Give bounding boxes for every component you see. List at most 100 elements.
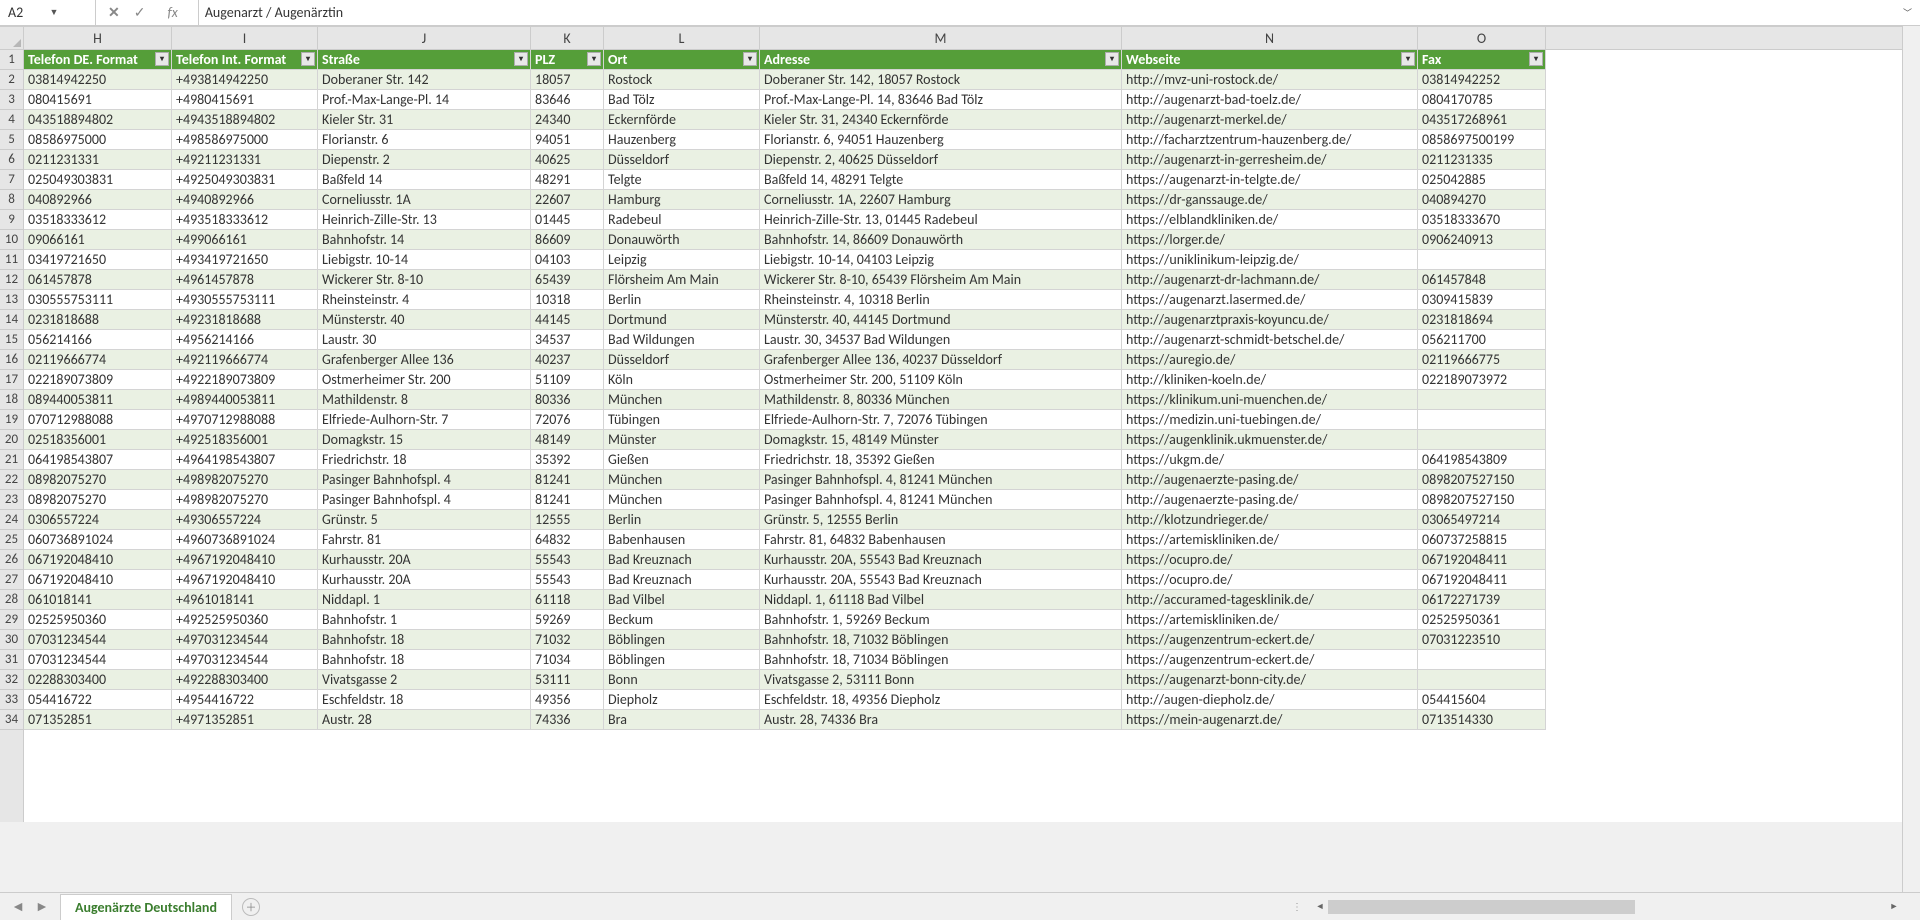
table-cell[interactable]: 022189073972 xyxy=(1418,370,1546,390)
table-cell[interactable]: Ostmerheimer Str. 200 xyxy=(318,370,531,390)
table-cell[interactable]: 02119666774 xyxy=(24,350,172,370)
table-cell[interactable]: +4961018141 xyxy=(172,590,318,610)
table-cell[interactable]: Gießen xyxy=(604,450,760,470)
table-cell[interactable]: 24340 xyxy=(531,110,604,130)
table-cell[interactable]: +497031234544 xyxy=(172,630,318,650)
table-cell[interactable]: +499066161 xyxy=(172,230,318,250)
table-row[interactable]: 0211231331+49211231331Diepenstr. 240625D… xyxy=(24,150,1902,170)
row-header[interactable]: 5 xyxy=(0,130,23,150)
table-row[interactable]: 0306557224+49306557224Grünstr. 512555Ber… xyxy=(24,510,1902,530)
table-cell[interactable]: +4940892966 xyxy=(172,190,318,210)
table-cell[interactable]: Corneliusstr. 1A, 22607 Hamburg xyxy=(760,190,1122,210)
table-cell[interactable]: Bahnhofstr. 1 xyxy=(318,610,531,630)
chevron-down-icon[interactable]: ▼ xyxy=(50,7,92,18)
table-cell[interactable]: 043518894802 xyxy=(24,110,172,130)
table-cell[interactable]: 070712988088 xyxy=(24,410,172,430)
table-cell[interactable]: Mathildenstr. 8 xyxy=(318,390,531,410)
table-cell[interactable]: +4971352851 xyxy=(172,710,318,730)
table-cell[interactable]: +4960736891024 xyxy=(172,530,318,550)
table-cell[interactable]: http://augenarzt-bad-toelz.de/ xyxy=(1122,90,1418,110)
table-cell[interactable]: +4967192048410 xyxy=(172,550,318,570)
table-cell[interactable]: Grünstr. 5 xyxy=(318,510,531,530)
row-header[interactable]: 30 xyxy=(0,630,23,650)
table-cell[interactable]: Florianstr. 6 xyxy=(318,130,531,150)
row-header[interactable]: 19 xyxy=(0,410,23,430)
table-cell[interactable]: Friedrichstr. 18, 35392 Gießen xyxy=(760,450,1122,470)
table-cell[interactable]: Berlin xyxy=(604,290,760,310)
table-cell[interactable]: https://augenzentrum-eckert.de/ xyxy=(1122,650,1418,670)
table-cell[interactable]: Böblingen xyxy=(604,630,760,650)
table-cell[interactable]: https://lorger.de/ xyxy=(1122,230,1418,250)
table-cell[interactable]: Friedrichstr. 18 xyxy=(318,450,531,470)
table-cell[interactable]: Liebigstr. 10-14, 04103 Leipzig xyxy=(760,250,1122,270)
table-cell[interactable]: Niddapl. 1 xyxy=(318,590,531,610)
column-header[interactable]: N xyxy=(1122,27,1418,49)
table-header-cell[interactable]: Ort▾ xyxy=(604,50,760,70)
table-cell[interactable]: Domagkstr. 15, 48149 Münster xyxy=(760,430,1122,450)
table-cell[interactable]: https://elblandkliniken.de/ xyxy=(1122,210,1418,230)
table-cell[interactable]: 064198543807 xyxy=(24,450,172,470)
table-cell[interactable]: http://accuramed-tagesklinik.de/ xyxy=(1122,590,1418,610)
table-cell[interactable]: Laustr. 30 xyxy=(318,330,531,350)
table-cell[interactable]: Düsseldorf xyxy=(604,350,760,370)
table-cell[interactable]: 0231818688 xyxy=(24,310,172,330)
horizontal-scrollbar[interactable]: ◄ ► xyxy=(1312,899,1902,915)
table-cell[interactable]: https://ukgm.de/ xyxy=(1122,450,1418,470)
table-cell[interactable]: 34537 xyxy=(531,330,604,350)
table-cell[interactable] xyxy=(1418,390,1546,410)
sheet-tab[interactable]: Augenärzte Deutschland xyxy=(60,894,232,920)
row-header[interactable]: 7 xyxy=(0,170,23,190)
table-cell[interactable]: Pasinger Bahnhofspl. 4 xyxy=(318,470,531,490)
table-row[interactable]: 03518333612+493518333612Heinrich-Zille-S… xyxy=(24,210,1902,230)
table-cell[interactable]: 056214166 xyxy=(24,330,172,350)
table-cell[interactable]: +497031234544 xyxy=(172,650,318,670)
chevron-left-icon[interactable]: ◄ xyxy=(11,898,25,915)
table-cell[interactable]: Kurhausstr. 20A, 55543 Bad Kreuznach xyxy=(760,550,1122,570)
table-row[interactable]: 02525950360+492525950360Bahnhofstr. 1592… xyxy=(24,610,1902,630)
table-cell[interactable]: +49306557224 xyxy=(172,510,318,530)
table-cell[interactable]: 0804170785 xyxy=(1418,90,1546,110)
table-cell[interactable]: Fahrstr. 81 xyxy=(318,530,531,550)
table-cell[interactable]: 089440053811 xyxy=(24,390,172,410)
table-cell[interactable]: Diepenstr. 2 xyxy=(318,150,531,170)
table-cell[interactable]: 07031234544 xyxy=(24,630,172,650)
table-row[interactable]: 02119666774+492119666774Grafenberger All… xyxy=(24,350,1902,370)
filter-icon[interactable]: ▾ xyxy=(1401,52,1415,66)
row-header[interactable]: 10 xyxy=(0,230,23,250)
row-header[interactable]: 34 xyxy=(0,710,23,730)
table-cell[interactable]: Austr. 28, 74336 Bra xyxy=(760,710,1122,730)
table-cell[interactable]: 025042885 xyxy=(1418,170,1546,190)
table-cell[interactable]: +4943518894802 xyxy=(172,110,318,130)
table-cell[interactable]: 07031223510 xyxy=(1418,630,1546,650)
table-cell[interactable]: 061457848 xyxy=(1418,270,1546,290)
table-cell[interactable]: https://ocupro.de/ xyxy=(1122,570,1418,590)
table-cell[interactable]: http://mvz-uni-rostock.de/ xyxy=(1122,70,1418,90)
table-cell[interactable]: Rheinsteinstr. 4 xyxy=(318,290,531,310)
vertical-scrollbar[interactable] xyxy=(1902,26,1920,892)
table-cell[interactable]: 81241 xyxy=(531,490,604,510)
table-cell[interactable]: 71034 xyxy=(531,650,604,670)
row-header[interactable]: 21 xyxy=(0,450,23,470)
table-cell[interactable]: 061457878 xyxy=(24,270,172,290)
table-cell[interactable]: +492288303400 xyxy=(172,670,318,690)
table-cell[interactable]: Ostmerheimer Str. 200, 51109 Köln xyxy=(760,370,1122,390)
table-cell[interactable]: http://augenarztpraxis-koyuncu.de/ xyxy=(1122,310,1418,330)
table-cell[interactable]: http://augenarzt-dr-lachmann.de/ xyxy=(1122,270,1418,290)
filter-icon[interactable]: ▾ xyxy=(155,52,169,66)
table-cell[interactable]: 55543 xyxy=(531,550,604,570)
table-cell[interactable]: 09066161 xyxy=(24,230,172,250)
row-header[interactable]: 22 xyxy=(0,470,23,490)
table-cell[interactable]: 02518356001 xyxy=(24,430,172,450)
table-cell[interactable]: Bra xyxy=(604,710,760,730)
table-header-cell[interactable]: Straße▾ xyxy=(318,50,531,70)
table-cell[interactable]: http://augenarzt-merkel.de/ xyxy=(1122,110,1418,130)
table-cell[interactable]: Bahnhofstr. 14 xyxy=(318,230,531,250)
table-cell[interactable]: 94051 xyxy=(531,130,604,150)
table-cell[interactable]: Kurhausstr. 20A, 55543 Bad Kreuznach xyxy=(760,570,1122,590)
table-cell[interactable]: Bad Kreuznach xyxy=(604,570,760,590)
table-cell[interactable]: http://augen-diepholz.de/ xyxy=(1122,690,1418,710)
table-cell[interactable]: https://artemiskliniken.de/ xyxy=(1122,610,1418,630)
table-cell[interactable]: +4922189073809 xyxy=(172,370,318,390)
select-all-corner[interactable] xyxy=(0,27,24,49)
table-cell[interactable]: Dortmund xyxy=(604,310,760,330)
